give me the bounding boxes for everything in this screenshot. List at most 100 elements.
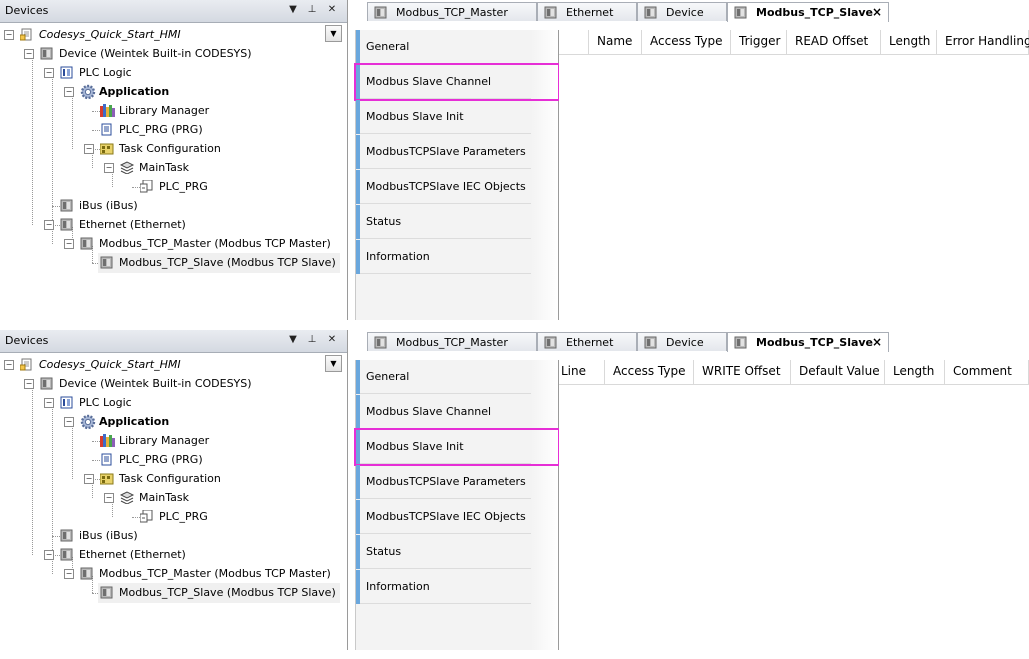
- collapse-toggle-icon[interactable]: −: [44, 220, 54, 230]
- devices-pane-header: Devices ▼ ⊥ ✕: [0, 330, 347, 353]
- dropdown-arrow-icon[interactable]: ▼: [286, 333, 300, 347]
- sidebar-accent-bar: [356, 205, 360, 239]
- task-config-icon: [99, 142, 114, 155]
- tree-item[interactable]: − Ethernet (Ethernet): [0, 546, 340, 564]
- ethernet-icon: [60, 218, 73, 231]
- collapse-toggle-icon[interactable]: −: [4, 360, 14, 370]
- tree-item[interactable]: − Modbus_TCP_Master (Modbus TCP Master): [0, 565, 340, 583]
- sidebar-item-general[interactable]: General: [356, 30, 531, 64]
- sidebar-item-information[interactable]: Information: [356, 240, 531, 274]
- close-icon[interactable]: ✕: [325, 3, 339, 17]
- tree-item[interactable]: − Device (Weintek Built-in CODESYS): [0, 45, 340, 63]
- tree-item[interactable]: Library Manager: [0, 432, 340, 450]
- sidebar-item-status[interactable]: Status: [356, 205, 531, 239]
- sidebar-item-label: Information: [366, 250, 430, 263]
- sidebar-item-status[interactable]: Status: [356, 535, 531, 569]
- pin-icon[interactable]: ⊥: [305, 333, 319, 347]
- tab-ethernet[interactable]: Ethernet: [537, 2, 637, 21]
- collapse-toggle-icon[interactable]: −: [84, 144, 94, 154]
- collapse-toggle-icon[interactable]: −: [44, 550, 54, 560]
- collapse-toggle-icon[interactable]: −: [64, 239, 74, 249]
- column-header-access-type[interactable]: Access Type: [605, 360, 694, 384]
- tab-device[interactable]: Device: [637, 332, 727, 351]
- tab-modbus-tcp-master[interactable]: Modbus_TCP_Master: [367, 2, 537, 21]
- column-header-length[interactable]: Length: [881, 30, 937, 54]
- close-tab-icon[interactable]: ×: [872, 3, 882, 22]
- tree-item[interactable]: Modbus_TCP_Slave (Modbus TCP Slave): [0, 254, 340, 272]
- device-icon: [544, 6, 557, 19]
- tree-item[interactable]: − Task Configuration: [0, 140, 340, 158]
- tree-item[interactable]: PLC_PRG: [0, 178, 340, 196]
- sidebar-item-information[interactable]: Information: [356, 570, 531, 604]
- sidebar-item-general[interactable]: General: [356, 360, 531, 394]
- collapse-toggle-icon[interactable]: −: [104, 163, 114, 173]
- sidebar-item-modbus-slave-init[interactable]: Modbus Slave Init: [356, 100, 531, 134]
- tree-item[interactable]: − PLC Logic: [0, 394, 340, 412]
- tab-modbus-tcp-slave[interactable]: Modbus_TCP_Slave ×: [727, 2, 889, 23]
- sidebar-item-modbus-slave-channel[interactable]: Modbus Slave Channel: [356, 395, 531, 429]
- sidebar-item-modbustcpslave-parameters[interactable]: ModbusTCPSlave Parameters: [356, 135, 531, 169]
- tree-item-label: Codesys_Quick_Start_HMI: [39, 28, 181, 41]
- tree-item[interactable]: PLC_PRG (PRG): [0, 121, 340, 139]
- column-header-comment[interactable]: Comment: [945, 360, 1029, 384]
- column-header-blank[interactable]: [559, 30, 589, 54]
- tree-item[interactable]: − PLC Logic: [0, 64, 340, 82]
- tab-modbus-tcp-slave[interactable]: Modbus_TCP_Slave ×: [727, 332, 889, 353]
- column-header-write-offset[interactable]: WRITE Offset: [694, 360, 791, 384]
- collapse-toggle-icon[interactable]: −: [84, 474, 94, 484]
- tree-item[interactable]: − Application: [0, 413, 340, 431]
- column-header-length[interactable]: Length: [885, 360, 945, 384]
- tree-item[interactable]: − Ethernet (Ethernet): [0, 216, 340, 234]
- dropdown-arrow-icon[interactable]: ▼: [286, 3, 300, 17]
- tree-item[interactable]: PLC_PRG: [0, 508, 340, 526]
- tree-item-label: Application: [99, 85, 170, 98]
- sidebar-item-label: Information: [366, 580, 430, 593]
- column-header-read-offset[interactable]: READ Offset: [787, 30, 881, 54]
- tree-item[interactable]: − Codesys_Quick_Start_HMI: [0, 356, 340, 374]
- tree-item[interactable]: PLC_PRG (PRG): [0, 451, 340, 469]
- pin-icon[interactable]: ⊥: [305, 3, 319, 17]
- tree-item[interactable]: − Application: [0, 83, 340, 101]
- tree-item[interactable]: Modbus_TCP_Slave (Modbus TCP Slave): [0, 584, 340, 602]
- call-icon: [139, 179, 153, 193]
- tab-modbus-tcp-master[interactable]: Modbus_TCP_Master: [367, 332, 537, 351]
- tree-item[interactable]: − Device (Weintek Built-in CODESYS): [0, 375, 340, 393]
- sidebar-accent-bar: [356, 360, 360, 394]
- tree-item-label: Task Configuration: [119, 472, 221, 485]
- close-tab-icon[interactable]: ×: [872, 333, 882, 352]
- plc-logic-icon: [60, 396, 73, 409]
- tree-item[interactable]: − Modbus_TCP_Master (Modbus TCP Master): [0, 235, 340, 253]
- collapse-toggle-icon[interactable]: −: [104, 493, 114, 503]
- collapse-toggle-icon[interactable]: −: [64, 87, 74, 97]
- sidebar-item-modbustcpslave-iec-objects[interactable]: ModbusTCPSlave IEC Objects: [356, 170, 531, 204]
- column-header-line[interactable]: Line: [559, 360, 605, 384]
- collapse-toggle-icon[interactable]: −: [24, 379, 34, 389]
- tab-label: Device: [666, 6, 704, 19]
- tab-device[interactable]: Device: [637, 2, 727, 21]
- collapse-toggle-icon[interactable]: −: [24, 49, 34, 59]
- task-config-icon: [99, 472, 114, 485]
- collapse-toggle-icon[interactable]: −: [64, 417, 74, 427]
- tree-item[interactable]: iBus (iBus): [0, 197, 340, 215]
- column-header-trigger[interactable]: Trigger: [731, 30, 787, 54]
- sidebar-separator: [360, 238, 531, 239]
- column-header-name[interactable]: Name: [589, 30, 642, 54]
- tree-item[interactable]: Library Manager: [0, 102, 340, 120]
- tree-item[interactable]: − MainTask: [0, 159, 340, 177]
- tree-item[interactable]: − Codesys_Quick_Start_HMI: [0, 26, 340, 44]
- collapse-toggle-icon[interactable]: −: [44, 398, 54, 408]
- close-icon[interactable]: ✕: [325, 333, 339, 347]
- tab-ethernet[interactable]: Ethernet: [537, 332, 637, 351]
- sidebar-item-modbustcpslave-parameters[interactable]: ModbusTCPSlave Parameters: [356, 465, 531, 499]
- collapse-toggle-icon[interactable]: −: [4, 30, 14, 40]
- collapse-toggle-icon[interactable]: −: [44, 68, 54, 78]
- collapse-toggle-icon[interactable]: −: [64, 569, 74, 579]
- tree-item[interactable]: − Task Configuration: [0, 470, 340, 488]
- sidebar-item-modbustcpslave-iec-objects[interactable]: ModbusTCPSlave IEC Objects: [356, 500, 531, 534]
- tree-item[interactable]: − MainTask: [0, 489, 340, 507]
- tree-item[interactable]: iBus (iBus): [0, 527, 340, 545]
- grid-header: Line Access Type WRITE Offset Default Value…: [559, 360, 1029, 385]
- column-header-error-handling[interactable]: Error Handling: [937, 30, 1029, 54]
- column-header-default-value[interactable]: Default Value: [791, 360, 885, 384]
- column-header-access-type[interactable]: Access Type: [642, 30, 731, 54]
